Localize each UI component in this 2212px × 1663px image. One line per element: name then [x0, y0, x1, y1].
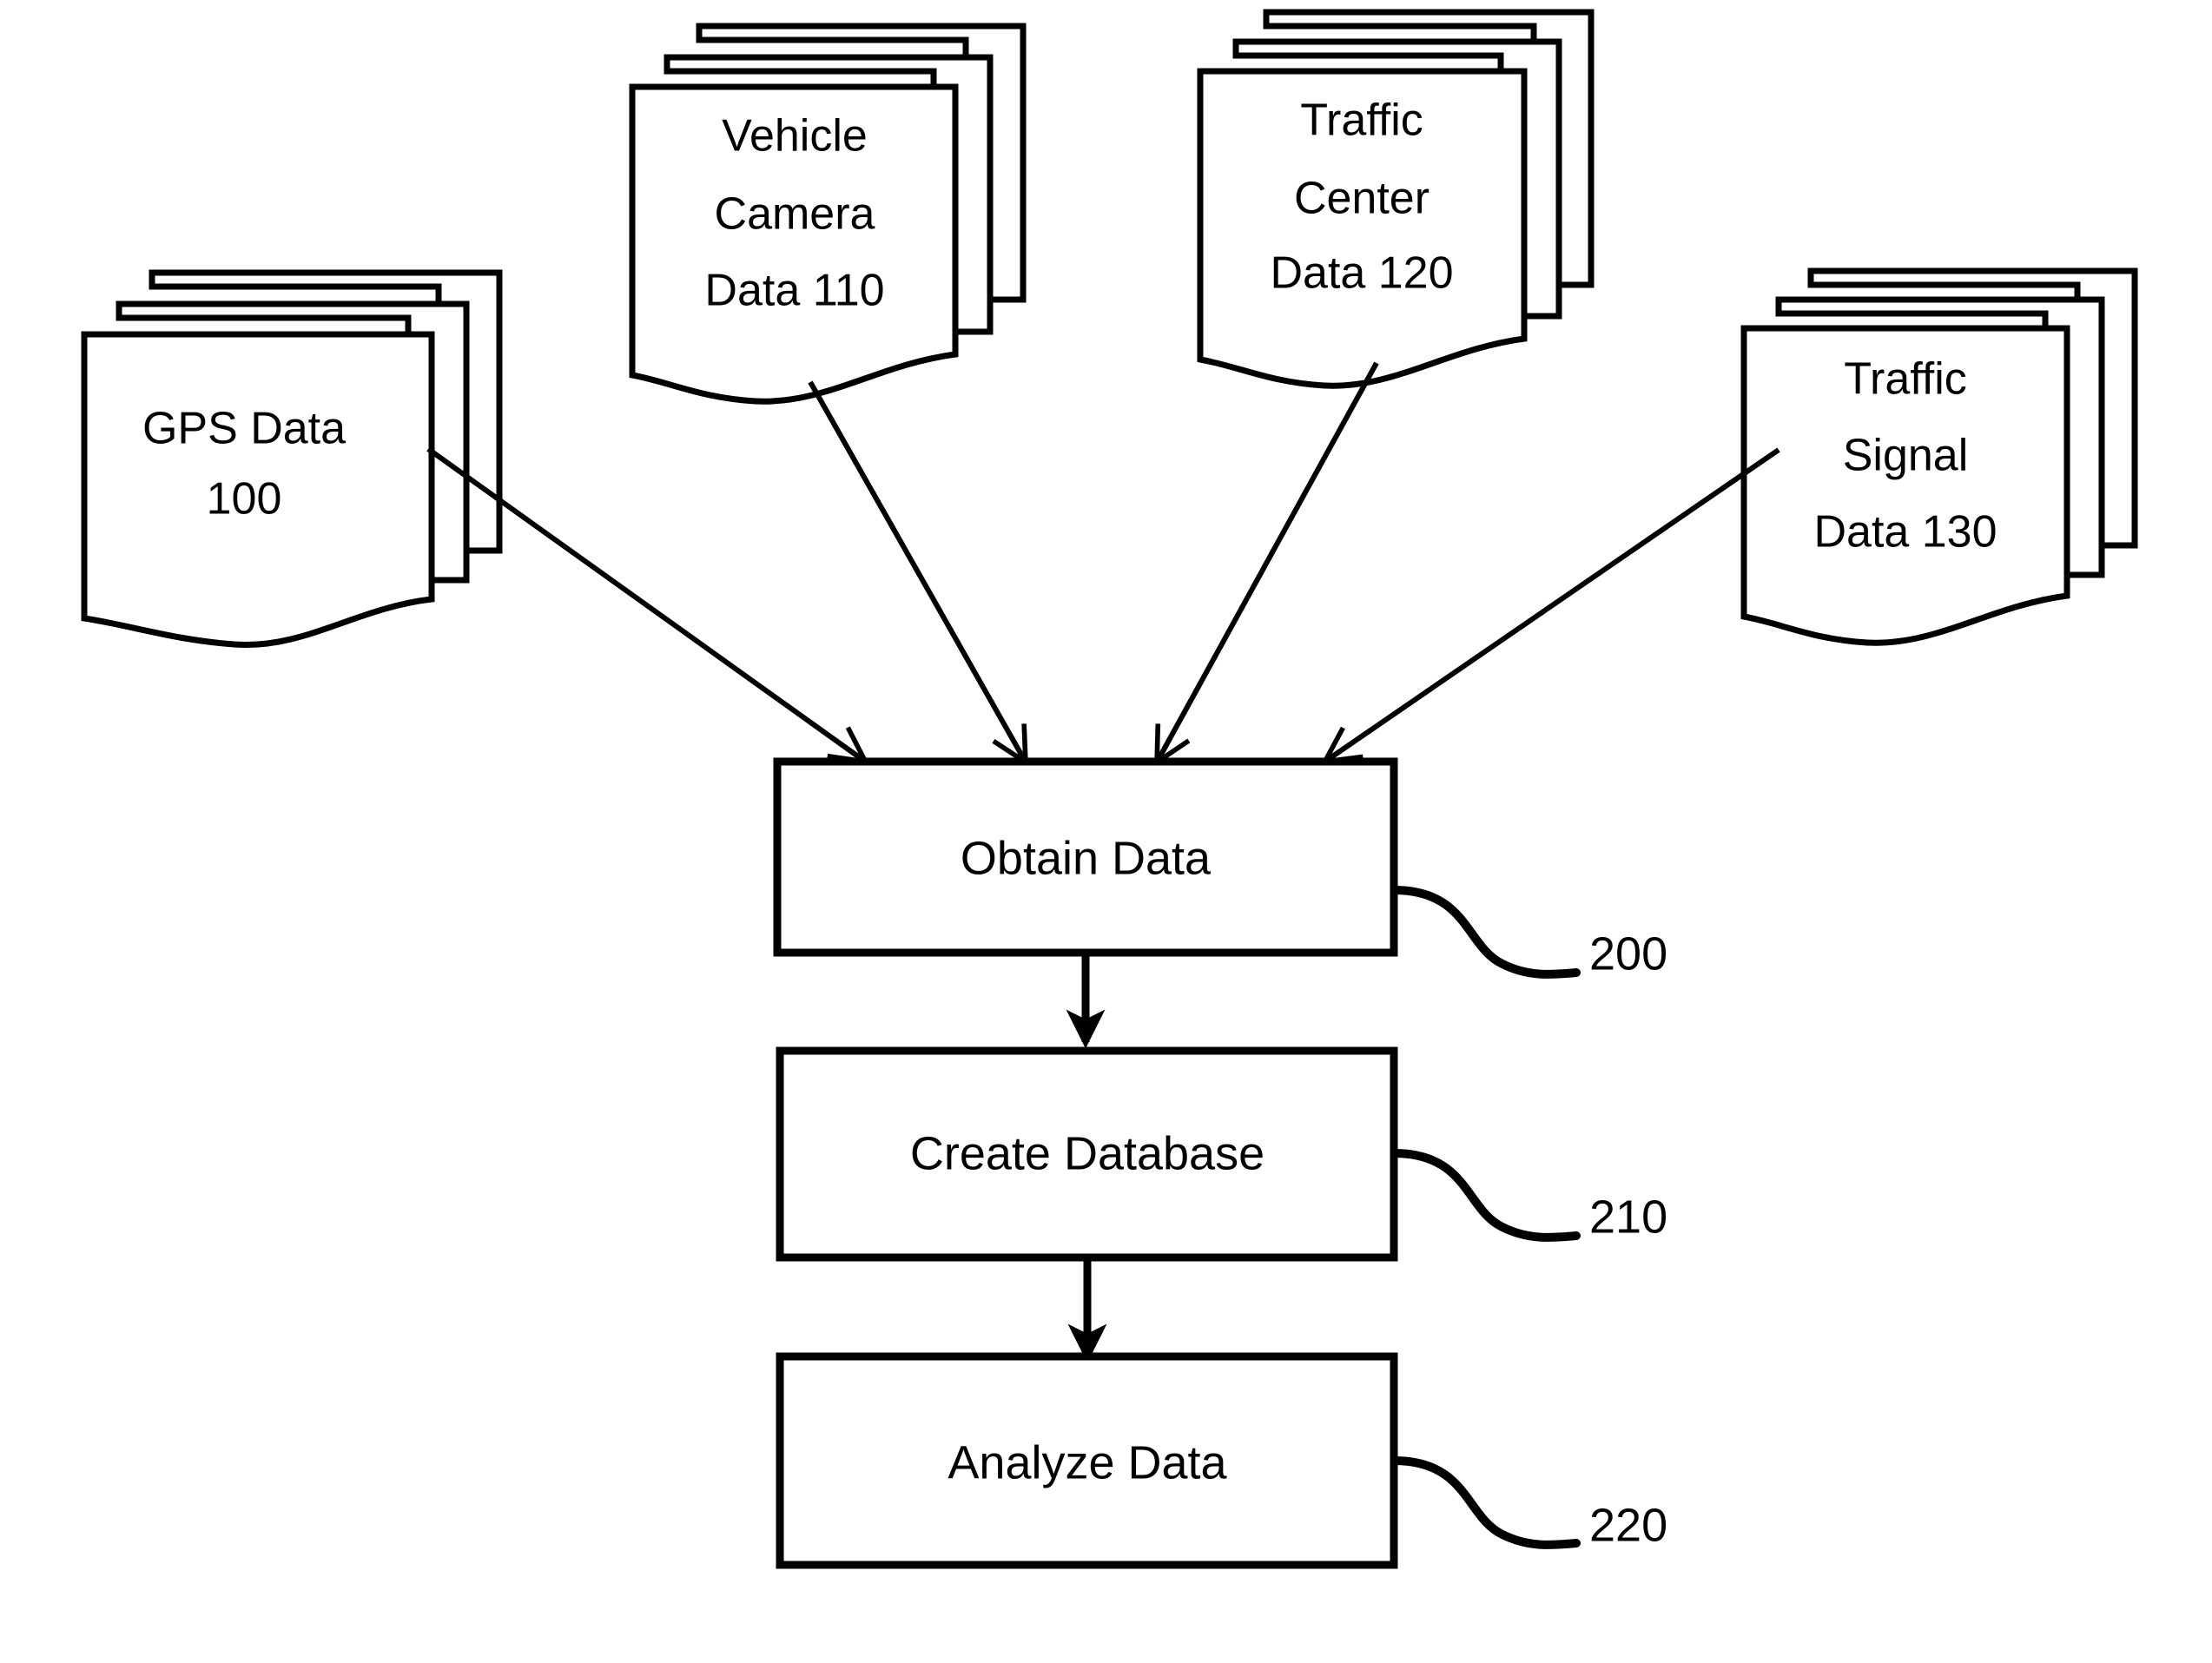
flowchart-figure: GPS Data 100 Vehicle Camera Data 110 Tra… — [0, 0, 2212, 1663]
tsignal-doc-label-line1: Traffic — [1844, 354, 1967, 405]
leader-line-210 — [1391, 1149, 1581, 1242]
arrow-gps-to-obtain — [426, 446, 864, 761]
source-node-traffic-signal[interactable]: Traffic Signal Data 130 — [1740, 267, 2138, 646]
vehicle-doc-label-line3: Data 110 — [704, 266, 884, 316]
source-node-gps[interactable]: GPS Data 100 — [81, 269, 503, 649]
arrow-vehicle-to-obtain — [808, 380, 1025, 761]
source-node-traffic-center[interactable]: Traffic Center Data 120 — [1197, 9, 1595, 389]
gps-doc-label-line1: GPS Data — [142, 404, 346, 454]
tcenter-doc-label-line1: Traffic — [1300, 96, 1423, 146]
process-node-create-database[interactable]: Create Database — [776, 1046, 1398, 1262]
tsignal-doc-label-line3: Data 130 — [1813, 507, 1997, 558]
leader-line-220 — [1391, 1456, 1581, 1549]
arrow-tsignal-to-obtain — [1326, 447, 1780, 761]
tsignal-doc-label-line2: Signal — [1843, 431, 1969, 481]
reference-number-200: 200 — [1589, 927, 1667, 980]
create-database-label: Create Database — [910, 1127, 1264, 1179]
tcenter-doc-label-line2: Center — [1294, 174, 1430, 224]
obtain-data-label: Obtain Data — [961, 832, 1212, 884]
vehicle-doc-label-line1: Vehicle — [722, 111, 868, 162]
reference-number-220: 220 — [1589, 1499, 1667, 1551]
leader-line-200 — [1391, 886, 1581, 979]
process-node-obtain-data[interactable]: Obtain Data — [773, 757, 1398, 957]
reference-number-210: 210 — [1589, 1191, 1667, 1243]
vehicle-doc-label-line2: Camera — [715, 189, 875, 240]
gps-doc-label-line2: 100 — [207, 474, 282, 525]
arrow-tcenter-to-obtain — [1158, 361, 1379, 761]
source-node-vehicle-camera[interactable]: Vehicle Camera Data 110 — [629, 23, 1027, 405]
tcenter-doc-label-line3: Data 120 — [1270, 248, 1453, 299]
flowchart-canvas: GPS Data 100 Vehicle Camera Data 110 Tra… — [81, 9, 2138, 1569]
analyze-data-label: Analyze Data — [948, 1436, 1227, 1488]
process-node-analyze-data[interactable]: Analyze Data — [776, 1352, 1398, 1569]
